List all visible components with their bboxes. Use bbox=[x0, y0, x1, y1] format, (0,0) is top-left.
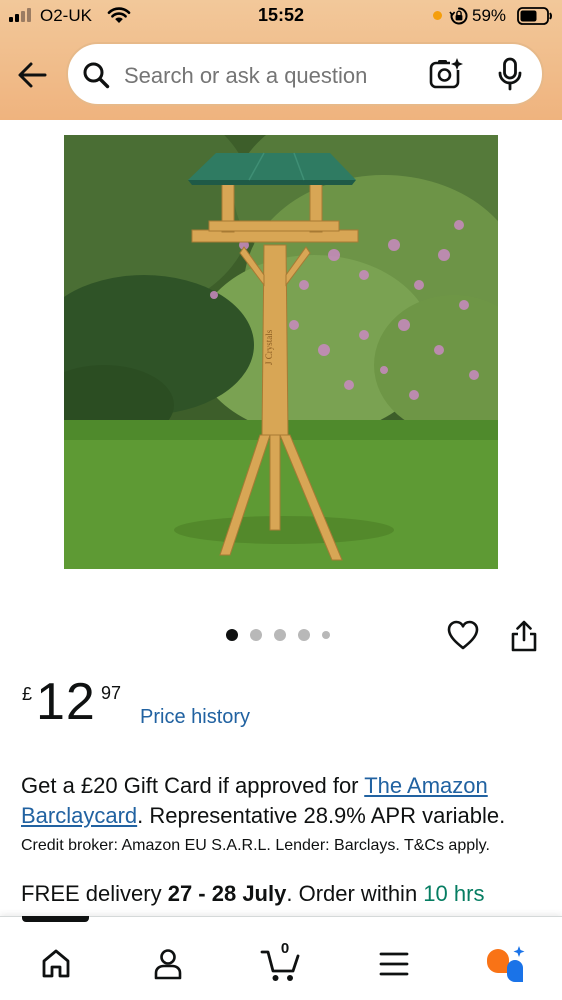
search-bar[interactable] bbox=[66, 42, 544, 106]
offer-apr-text: . Representative 28.9% APR variable. bbox=[137, 803, 506, 828]
nav-menu[interactable] bbox=[369, 939, 419, 989]
svg-text:J Crystals: J Crystals bbox=[264, 329, 274, 365]
heart-icon[interactable] bbox=[446, 619, 480, 651]
price-whole: 12 bbox=[36, 673, 96, 731]
nav-rufus[interactable] bbox=[480, 939, 530, 989]
nav-cart[interactable]: 0 bbox=[256, 939, 306, 989]
delivery-prefix: FREE delivery bbox=[21, 881, 168, 906]
account-icon bbox=[154, 949, 182, 980]
carousel-dot[interactable] bbox=[250, 629, 262, 641]
price-fraction: 97 bbox=[101, 683, 122, 703]
top-header: O2-UK 15:52 59% bbox=[0, 0, 562, 120]
active-tab-indicator bbox=[22, 916, 89, 922]
back-button[interactable] bbox=[16, 58, 50, 92]
delivery-middle: . Order within bbox=[286, 881, 424, 906]
search-icon bbox=[82, 61, 110, 94]
carousel-dot[interactable] bbox=[322, 631, 330, 639]
orange-dot-indicator bbox=[433, 11, 442, 20]
rotation-lock-icon bbox=[449, 6, 469, 31]
share-icon[interactable] bbox=[509, 619, 539, 653]
battery-icon bbox=[517, 7, 553, 30]
menu-icon bbox=[379, 952, 409, 976]
image-carousel-dots[interactable] bbox=[226, 628, 330, 642]
offer-text: Get a £20 Gift Card if approved for bbox=[21, 773, 365, 798]
camera-search-icon[interactable] bbox=[428, 57, 464, 93]
carousel-dot[interactable] bbox=[298, 629, 310, 641]
carousel-dot[interactable] bbox=[274, 629, 286, 641]
home-icon bbox=[42, 949, 70, 978]
battery-percentage: 59% bbox=[472, 6, 507, 25]
rufus-assistant-icon bbox=[487, 946, 525, 982]
price-currency: £ bbox=[22, 684, 33, 704]
nav-account[interactable] bbox=[143, 939, 193, 989]
delivery-dates: 27 - 28 July bbox=[167, 881, 287, 906]
search-input[interactable] bbox=[124, 63, 394, 89]
barclaycard-offer: Get a £20 Gift Card if approved for The … bbox=[21, 771, 541, 831]
bottom-nav: 0 bbox=[0, 916, 562, 1000]
nav-home[interactable] bbox=[31, 939, 81, 989]
credit-note: Credit broker: Amazon EU S.A.R.L. Lender… bbox=[21, 837, 490, 854]
delivery-time-left: 10 hrs bbox=[423, 881, 485, 906]
delivery-info: FREE delivery 27 - 28 July. Order within… bbox=[21, 881, 484, 907]
microphone-icon[interactable] bbox=[496, 56, 524, 94]
status-bar: O2-UK 15:52 59% bbox=[0, 0, 562, 34]
cart-count: 0 bbox=[280, 940, 290, 957]
price-history-link[interactable]: Price history bbox=[140, 706, 250, 729]
product-image[interactable]: J Crystals bbox=[64, 135, 498, 569]
carousel-dot[interactable] bbox=[226, 629, 238, 641]
